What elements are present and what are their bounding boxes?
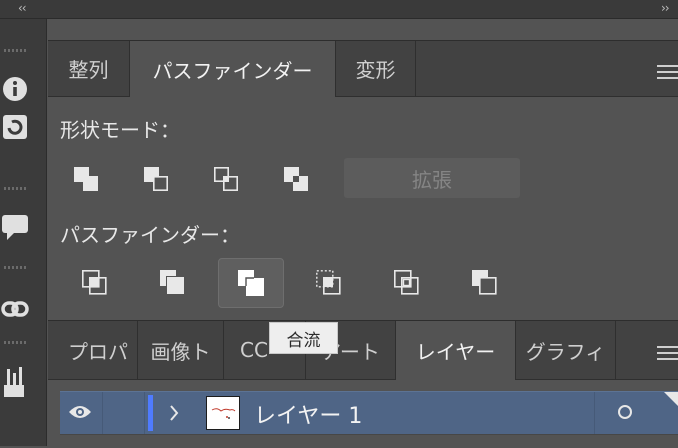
toolbar-grip[interactable]: [4, 187, 28, 190]
expand-button[interactable]: 拡張: [344, 158, 520, 198]
outline-button[interactable]: [384, 260, 428, 304]
crop-icon: [316, 270, 341, 295]
tab-properties[interactable]: プロパ: [48, 321, 138, 379]
toolbar-grip[interactable]: [4, 49, 28, 52]
merge-button[interactable]: [218, 258, 284, 308]
target-circle-icon[interactable]: [618, 405, 632, 419]
trim-button[interactable]: [150, 260, 194, 304]
layer-color-swatch: [148, 395, 153, 431]
intersect-icon: [213, 166, 238, 191]
collapse-left-icon[interactable]: ‹‹: [18, 1, 27, 15]
divide-icon: [81, 269, 107, 295]
exclude-button[interactable]: [274, 157, 318, 201]
panel-dock-header: ‹‹ ››: [0, 0, 678, 19]
minus-back-icon: [472, 270, 497, 295]
trim-icon: [160, 270, 184, 294]
comment-icon[interactable]: [0, 209, 30, 245]
info-icon[interactable]: [0, 71, 30, 107]
tab-transform[interactable]: 変形: [336, 41, 416, 96]
panel-menu-icon[interactable]: [657, 346, 678, 360]
tab-align[interactable]: 整列: [48, 41, 130, 96]
minus-front-icon: [144, 167, 168, 191]
layers-panel-tabs: プロパ 画像ト CC アート レイヤー グラフィ: [48, 321, 678, 380]
unite-button[interactable]: [64, 157, 108, 201]
layer-thumbnail: [206, 396, 240, 430]
lock-toggle[interactable]: [103, 392, 143, 434]
panel-menu-icon[interactable]: [657, 65, 678, 79]
toolbar-grip[interactable]: [4, 341, 28, 344]
toolbar-grip[interactable]: [4, 266, 28, 269]
pathfinders-label: パスファインダー：: [60, 223, 240, 247]
layer-row[interactable]: レイヤー 1: [60, 391, 678, 434]
minus-front-button[interactable]: [134, 157, 178, 201]
crop-button[interactable]: [306, 260, 350, 304]
outline-icon: [393, 269, 419, 295]
tab-image-trace[interactable]: 画像ト: [138, 321, 224, 379]
tab-graphic-styles[interactable]: グラフィ: [516, 321, 616, 379]
pathfinder-panel-tabs: 整列 パスファインダー 変形: [48, 41, 678, 97]
tab-pathfinder[interactable]: パスファインダー: [130, 41, 336, 97]
row-divider: [594, 392, 595, 434]
layer-name[interactable]: レイヤー 1: [254, 398, 362, 430]
expand-chevron-icon[interactable]: [168, 403, 180, 427]
link-icon[interactable]: [0, 291, 30, 327]
divide-button[interactable]: [72, 260, 116, 304]
unite-icon: [74, 167, 98, 191]
minus-back-button[interactable]: [462, 260, 506, 304]
pathfinder-panel: 整列 パスファインダー 変形 形状モード： 拡張 パスファインダー：: [48, 40, 678, 319]
row-divider: [144, 392, 145, 434]
selection-corner-icon: [664, 391, 678, 406]
exclude-icon: [284, 167, 308, 191]
visibility-eye-icon[interactable]: [68, 403, 92, 425]
shape-modes-label: 形状モード：: [60, 118, 180, 142]
merge-icon: [238, 270, 264, 296]
collapse-right-icon[interactable]: ››: [661, 1, 670, 15]
refresh-icon[interactable]: [0, 109, 30, 145]
merge-tooltip: 合流: [269, 322, 338, 354]
brushes-icon[interactable]: [0, 364, 30, 400]
tab-layers[interactable]: レイヤー: [396, 321, 516, 380]
side-toolbar: [0, 19, 47, 446]
intersect-button[interactable]: [204, 157, 248, 201]
layers-panel: プロパ 画像ト CC アート レイヤー グラフィ レイヤー 1: [48, 320, 678, 448]
